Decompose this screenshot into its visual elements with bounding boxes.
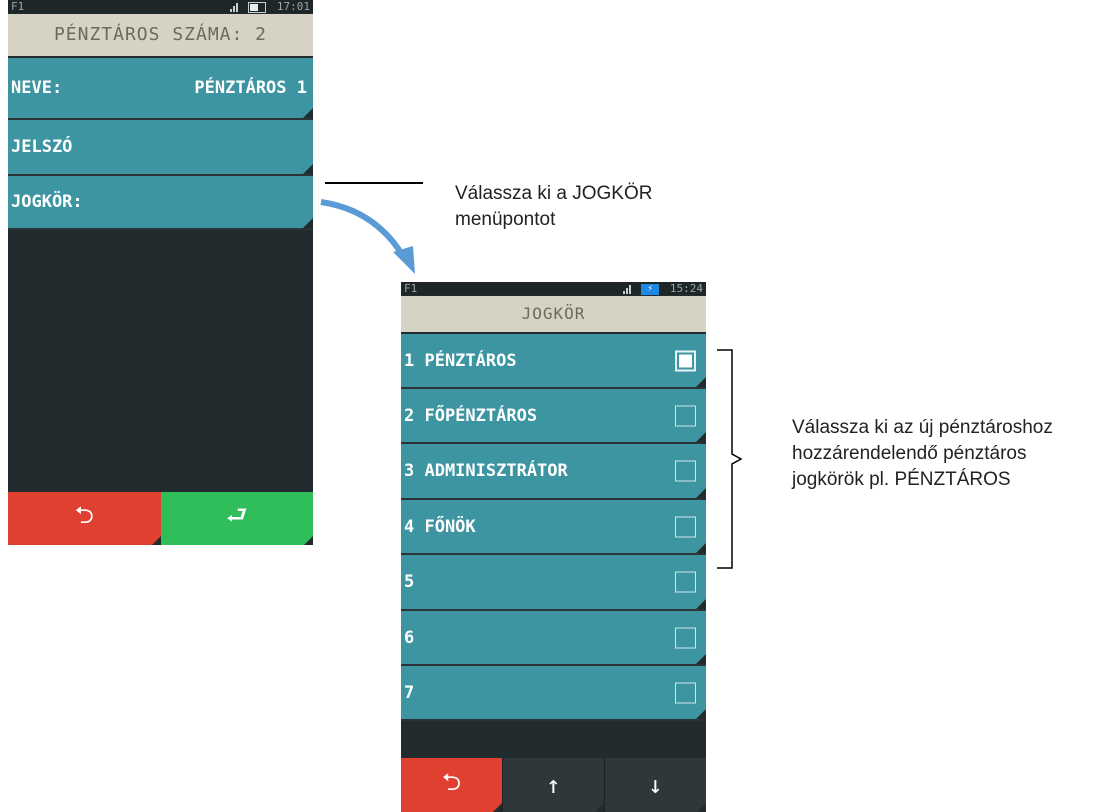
bottom-bar: ⮌ ↑ ↓: [401, 758, 706, 812]
permission-item[interactable]: 7: [401, 666, 706, 721]
permission-item[interactable]: 2 FŐPÉNZTÁROS: [401, 389, 706, 444]
scroll-up-button[interactable]: ↑: [502, 758, 604, 812]
permission-item[interactable]: 5: [401, 555, 706, 611]
cashier-edit-screen: F1 17:01 PÉNZTÁROS SZÁMA: 2 NEVE: PÉNZTÁ…: [8, 0, 313, 545]
arrow-up-icon: ↑: [546, 771, 561, 799]
annotation-step2-line3: jogkörök pl. PÉNZTÁROS: [792, 469, 1011, 490]
annotation-step2-line1: Válassza ki az új pénztároshoz: [792, 417, 1053, 438]
row-name-value: PÉNZTÁROS 1: [194, 78, 307, 98]
clock: 17:01: [276, 0, 310, 13]
enter-icon: ⮐: [225, 501, 248, 529]
back-button[interactable]: ⮌: [8, 492, 161, 545]
signal-icon: [622, 284, 632, 294]
permission-label: 2 FŐPÉNZTÁROS: [404, 405, 538, 426]
back-icon: ⮌: [74, 501, 94, 529]
row-name-label: NEVE:: [11, 78, 63, 98]
checkbox[interactable]: [675, 627, 696, 648]
annotation-step1: Válassza ki a JOGKÖR menüpontot: [455, 181, 652, 233]
status-bar: F1 ⚡ 15:24: [401, 282, 706, 295]
row-password-label: JELSZÓ: [11, 137, 73, 157]
annotation-step1-line2: menüpontot: [455, 209, 556, 230]
bracket-icon: [717, 349, 743, 569]
flow-arrow-icon: [320, 199, 415, 274]
permission-item[interactable]: 1 PÉNZTÁROS: [401, 334, 706, 389]
row-permission[interactable]: JOGKÖR:: [8, 176, 313, 230]
checkbox[interactable]: [675, 516, 696, 537]
page-title: JOGKÖR: [401, 296, 706, 332]
permission-item[interactable]: 3 ADMINISZTRÁTOR: [401, 444, 706, 500]
arrow-down-icon: ↓: [648, 771, 663, 799]
enter-button[interactable]: ⮐: [160, 492, 313, 545]
permission-item[interactable]: 6: [401, 611, 706, 666]
checkbox[interactable]: [675, 682, 696, 703]
back-button[interactable]: ⮌: [401, 758, 502, 812]
permission-label: 1 PÉNZTÁROS: [404, 350, 517, 371]
clock: 15:24: [669, 282, 703, 295]
status-right: ⚡ 15:24: [622, 282, 703, 295]
permission-label: 3 ADMINISZTRÁTOR: [404, 461, 568, 481]
row-password[interactable]: JELSZÓ: [8, 120, 313, 176]
back-icon: ⮌: [441, 767, 462, 796]
annotation-step2-line2: hozzárendelendő pénztáros: [792, 443, 1027, 464]
checkbox[interactable]: [675, 571, 696, 593]
status-bar: F1 17:01: [8, 0, 313, 13]
bottom-bar: ⮌ ⮐: [8, 492, 313, 545]
permission-label: 4 FŐNÖK: [404, 516, 476, 537]
scroll-down-button[interactable]: ↓: [604, 758, 706, 812]
annotation-step2: Válassza ki az új pénztároshoz hozzárend…: [792, 415, 1053, 493]
row-name[interactable]: NEVE: PÉNZTÁROS 1: [8, 58, 313, 120]
permission-label: 5: [404, 572, 415, 592]
checkbox[interactable]: [675, 460, 696, 482]
signal-icon: [229, 2, 239, 12]
page-title: PÉNZTÁROS SZÁMA: 2: [8, 14, 313, 56]
row-permission-label: JOGKÖR:: [11, 192, 83, 212]
callout-line: [325, 182, 423, 184]
status-right: 17:01: [229, 0, 310, 13]
checkbox-checked[interactable]: [675, 350, 696, 371]
battery-icon: [248, 1, 267, 13]
permission-label: 7: [404, 682, 415, 703]
function-key-indicator: F1: [11, 0, 25, 13]
annotation-step1-line1: Válassza ki a JOGKÖR: [455, 183, 653, 204]
charging-battery-icon: ⚡: [641, 283, 660, 295]
permission-label: 6: [404, 627, 415, 648]
function-key-indicator: F1: [404, 282, 418, 295]
permission-select-screen: F1 ⚡ 15:24 JOGKÖR 1 PÉNZTÁROS 2 FŐPÉNZTÁ…: [401, 282, 706, 812]
permission-item[interactable]: 4 FŐNÖK: [401, 500, 706, 555]
checkbox[interactable]: [675, 405, 696, 426]
